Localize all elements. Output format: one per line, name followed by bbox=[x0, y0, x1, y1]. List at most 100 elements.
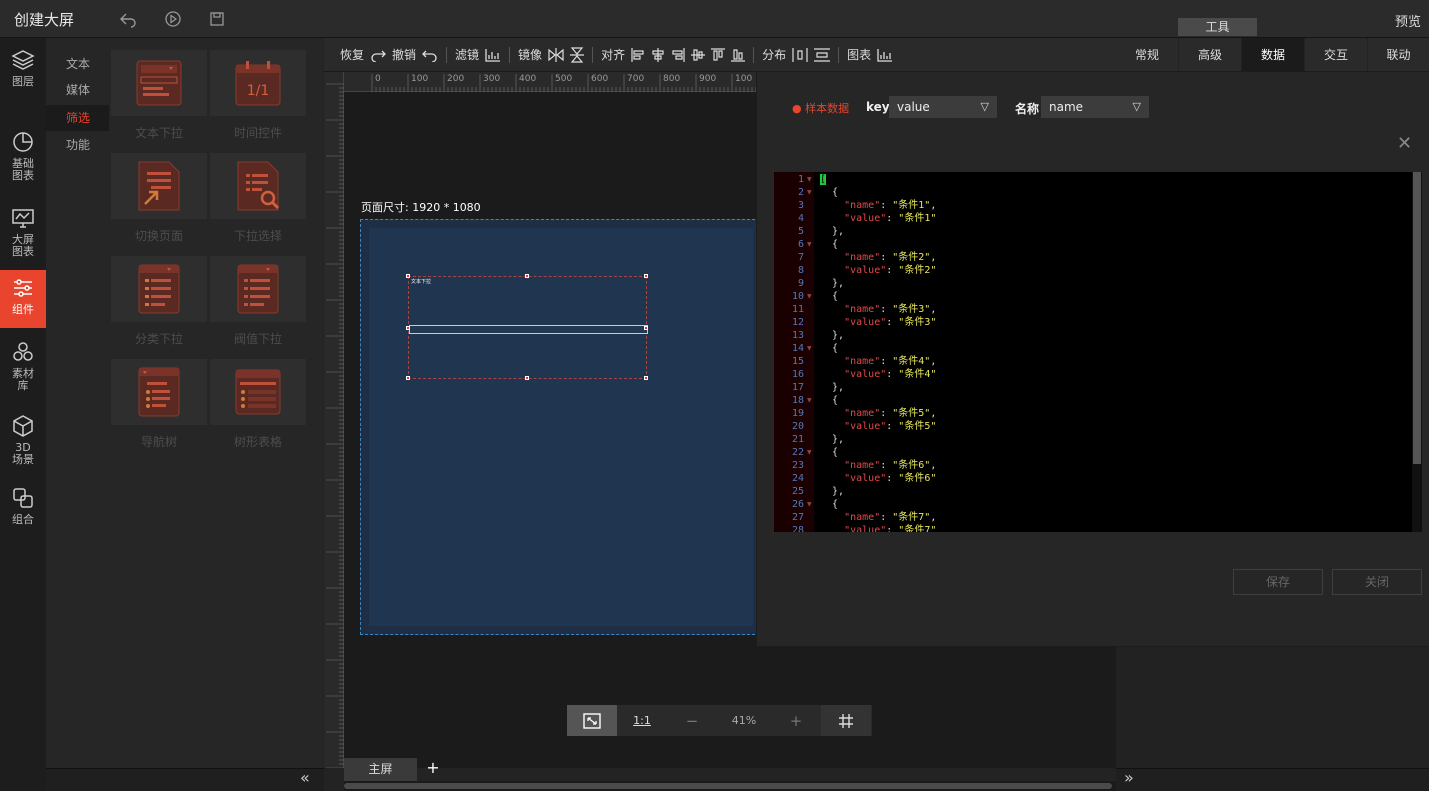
zoom-bar: 1:1 − 41% + bbox=[567, 705, 872, 736]
align-top-icon[interactable] bbox=[711, 47, 726, 62]
chart-button[interactable]: 图表 bbox=[847, 46, 893, 63]
line-number: 11 bbox=[791, 304, 804, 315]
zoom-out-button[interactable]: − bbox=[667, 705, 717, 736]
line-number: 24 bbox=[791, 473, 804, 484]
close-button[interactable]: 关闭 bbox=[1332, 569, 1422, 595]
filter-button[interactable]: 滤镜 bbox=[455, 46, 501, 63]
restore-button[interactable]: 恢复 bbox=[340, 46, 386, 63]
key-select[interactable]: value ▽ bbox=[889, 96, 997, 118]
resize-handle[interactable] bbox=[525, 274, 529, 278]
nav-item-materials[interactable]: 素材 库 bbox=[0, 334, 46, 396]
subcat-function[interactable]: 功能 bbox=[46, 132, 109, 158]
component-threshold-dropdown[interactable]: 阀值下拉 bbox=[210, 244, 306, 346]
tab-data[interactable]: 数据 bbox=[1242, 38, 1304, 72]
component-time-control[interactable]: 1/1 时间控件 bbox=[210, 38, 306, 140]
distribute-vertical-icon[interactable] bbox=[814, 47, 831, 62]
nav-item-3d-scene[interactable]: 3D 场景 bbox=[0, 408, 46, 470]
subcat-filter[interactable]: 筛选 bbox=[46, 105, 109, 131]
component-label: 文本下拉 bbox=[134, 126, 183, 140]
actual-size-button[interactable]: 1:1 bbox=[617, 705, 667, 736]
component-text-dropdown[interactable]: 文本下拉 bbox=[111, 38, 207, 140]
tab-linkage[interactable]: 联动 bbox=[1368, 38, 1429, 72]
back-icon[interactable] bbox=[118, 9, 138, 29]
nav-item-layers[interactable]: 图层 bbox=[0, 42, 46, 104]
left-footer bbox=[46, 768, 324, 791]
fold-arrow-icon[interactable]: ▼ bbox=[807, 498, 812, 511]
save-button[interactable]: 保存 bbox=[1233, 569, 1323, 595]
horizontal-scrollbar[interactable] bbox=[344, 781, 1116, 791]
fit-screen-button[interactable] bbox=[567, 705, 617, 736]
nav-item-screen-charts[interactable]: 大屏 图表 bbox=[0, 200, 46, 262]
component-switch-page[interactable]: 切换页面 bbox=[111, 141, 207, 243]
line-number: 18 bbox=[791, 395, 804, 406]
save-icon[interactable] bbox=[207, 9, 227, 29]
editor-scrollbar[interactable] bbox=[1412, 172, 1422, 532]
resize-handle[interactable] bbox=[644, 326, 648, 330]
resize-handle[interactable] bbox=[406, 326, 410, 330]
align-button[interactable]: 对齐 bbox=[601, 46, 746, 63]
nav-item-basic-charts[interactable]: 基础 图表 bbox=[0, 124, 46, 186]
json-code-editor[interactable]: 1 ▼[2 ▼ {3 "name": "条件1", 4 "value": "条件1" 5… bbox=[774, 172, 1422, 532]
subcat-media[interactable]: 媒体 bbox=[46, 77, 109, 103]
tab-general[interactable]: 常规 bbox=[1116, 38, 1178, 72]
align-left-icon[interactable] bbox=[631, 47, 645, 62]
undo-label: 撤销 bbox=[392, 48, 417, 62]
resize-handle[interactable] bbox=[406, 376, 410, 380]
preview-button[interactable]: 预览 bbox=[1395, 11, 1421, 30]
tools-tab[interactable]: 工具 bbox=[1178, 18, 1257, 36]
resize-handle[interactable] bbox=[644, 274, 648, 278]
fold-arrow-icon[interactable]: ▼ bbox=[807, 186, 812, 199]
distribute-button[interactable]: 分布 bbox=[762, 46, 831, 63]
align-right-icon[interactable] bbox=[671, 47, 685, 62]
fold-arrow-icon[interactable]: ▼ bbox=[807, 394, 812, 407]
name-select[interactable]: name ▽ bbox=[1041, 96, 1149, 118]
key-select-value: value bbox=[897, 100, 930, 114]
resize-handle[interactable] bbox=[644, 376, 648, 380]
align-middle-icon[interactable] bbox=[691, 48, 706, 62]
ruler-label: 300 bbox=[483, 74, 500, 84]
fold-arrow-icon[interactable]: ▼ bbox=[807, 173, 812, 186]
code-line: "value": "条件1" bbox=[844, 213, 937, 224]
tab-interaction[interactable]: 交互 bbox=[1305, 38, 1367, 72]
tab-advanced[interactable]: 高级 bbox=[1179, 38, 1241, 72]
zoom-in-button[interactable]: + bbox=[771, 705, 821, 736]
grid-toggle-button[interactable] bbox=[821, 705, 871, 736]
fold-arrow-icon[interactable]: ▼ bbox=[807, 342, 812, 355]
subcat-text[interactable]: 文本 bbox=[46, 51, 109, 77]
component-label: 切换页面 bbox=[134, 229, 183, 243]
ruler-label: 200 bbox=[447, 74, 464, 84]
align-label: 对齐 bbox=[601, 48, 626, 62]
add-screen-button[interactable]: + bbox=[422, 758, 444, 781]
collapse-right-icon[interactable]: » bbox=[1124, 768, 1148, 790]
component-dropdown-select[interactable]: 下拉选择 bbox=[210, 141, 306, 243]
undo-button[interactable]: 撤销 bbox=[392, 46, 438, 63]
tab-main-screen[interactable]: 主屏 bbox=[344, 758, 417, 781]
fold-arrow-icon[interactable]: ▼ bbox=[807, 290, 812, 303]
resize-handle[interactable] bbox=[406, 274, 410, 278]
resize-handle[interactable] bbox=[525, 376, 529, 380]
code-line: "name": "条件2", bbox=[844, 252, 937, 263]
code-line: { bbox=[820, 239, 839, 250]
distribute-horizontal-icon[interactable] bbox=[792, 47, 808, 62]
flip-vertical-icon[interactable] bbox=[570, 46, 585, 63]
mirror-button[interactable]: 镜像 bbox=[518, 46, 585, 63]
scrollbar-thumb[interactable] bbox=[1413, 172, 1421, 464]
collapse-left-icon[interactable]: « bbox=[300, 768, 324, 790]
play-icon[interactable] bbox=[163, 9, 183, 29]
component-tree-table[interactable]: 树形表格 bbox=[210, 347, 306, 449]
align-center-icon[interactable] bbox=[651, 47, 665, 62]
screen-canvas[interactable]: 文本下拉 bbox=[360, 219, 760, 635]
nav-item-components[interactable]: 组件 bbox=[0, 270, 46, 328]
component-nav-tree[interactable]: 导航树 bbox=[111, 347, 207, 449]
chart-icon bbox=[877, 48, 893, 62]
line-number: 4 bbox=[797, 213, 804, 224]
fold-arrow-icon[interactable]: ▼ bbox=[807, 446, 812, 459]
ruler-label: 600 bbox=[591, 74, 608, 84]
scrollbar-thumb[interactable] bbox=[344, 783, 1112, 789]
close-icon[interactable]: ✕ bbox=[1397, 135, 1413, 153]
component-category-dropdown[interactable]: 分类下拉 bbox=[111, 244, 207, 346]
fold-arrow-icon[interactable]: ▼ bbox=[807, 238, 812, 251]
nav-item-group[interactable]: 组合 bbox=[0, 480, 46, 542]
align-bottom-icon[interactable] bbox=[731, 48, 746, 62]
selected-component[interactable]: 文本下拉 bbox=[406, 274, 648, 380]
